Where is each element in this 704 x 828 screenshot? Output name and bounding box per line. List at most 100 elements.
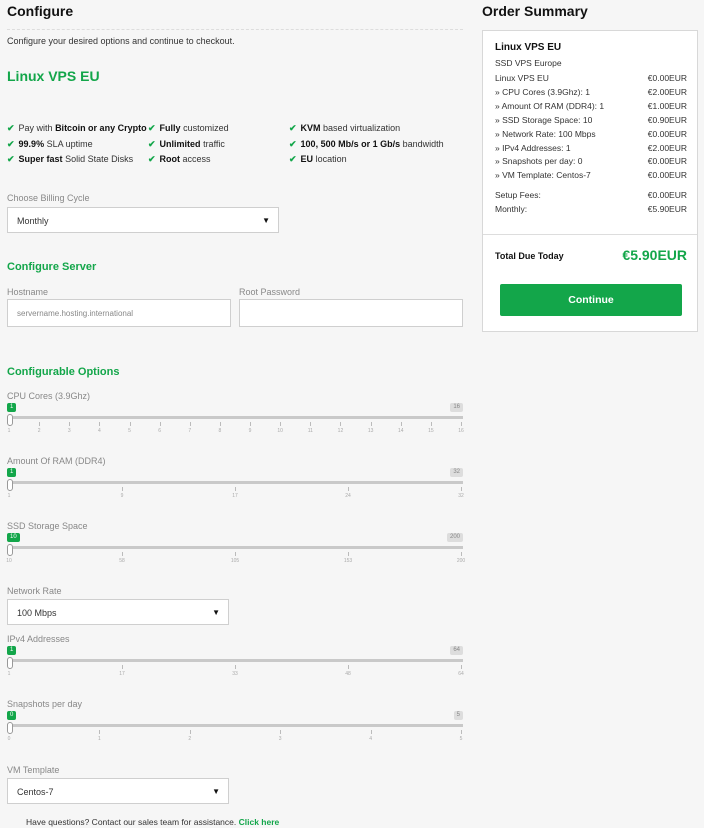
- feature-item: ✔ EU location: [289, 154, 347, 165]
- slider-track[interactable]: [7, 724, 463, 727]
- billing-cycle-select[interactable]: Monthly ▼: [7, 207, 279, 233]
- network-rate-select[interactable]: 100 Mbps ▼: [7, 599, 229, 625]
- check-icon: ✔: [7, 123, 15, 133]
- slider-label: Snapshots per day: [7, 699, 83, 709]
- intro-text: Configure your desired options and conti…: [7, 36, 235, 46]
- slider-handle[interactable]: [7, 722, 13, 734]
- slider-track[interactable]: [7, 481, 463, 484]
- slider-handle[interactable]: [7, 414, 13, 426]
- feature-highlight: 100, 500 Mb/s or 1 Gb/s: [300, 139, 401, 149]
- slider-handle[interactable]: [7, 544, 13, 556]
- slider-label: Amount Of RAM (DDR4): [7, 456, 106, 466]
- feature-text: location: [313, 154, 347, 164]
- summary-line-label: » Snapshots per day: 0: [495, 156, 583, 167]
- order-summary-panel: Linux VPS EU SSD VPS Europe Linux VPS EU…: [482, 30, 698, 332]
- slider-handle[interactable]: [7, 479, 13, 491]
- slider-tick: [461, 665, 462, 669]
- slider-min-badge: 10: [7, 533, 20, 542]
- feature-highlight: Super fast: [18, 154, 63, 164]
- slider-tick-label: 13: [367, 428, 374, 434]
- summary-line: » SSD Storage Space: 10 €0.90EUR: [495, 115, 687, 125]
- summary-line-value: €2.00EUR: [647, 86, 687, 97]
- summary-line-label: » VM Template: Centos-7: [495, 170, 591, 181]
- help-text: Have questions? Contact our sales team f…: [26, 817, 279, 827]
- option-slider[interactable]: 0 5 0 1 2 3 4 5: [7, 711, 463, 751]
- option-slider[interactable]: 1 64 1 17 33 48 64: [7, 646, 464, 686]
- check-icon: ✔: [148, 154, 156, 164]
- feature-item: ✔ Pay with Bitcoin or any Crypto: [7, 123, 147, 134]
- hostname-label: Hostname: [7, 287, 49, 297]
- slider-tick-label: 8: [218, 428, 222, 434]
- slider-tick: [461, 487, 462, 491]
- summary-line: » Snapshots per day: 0 €0.00EUR: [495, 156, 687, 166]
- caret-down-icon: ▼: [212, 608, 220, 617]
- check-icon: ✔: [289, 123, 297, 133]
- slider-tick: [370, 422, 372, 426]
- slider-max-badge: 32: [450, 468, 463, 477]
- slider-track[interactable]: [7, 416, 463, 419]
- slider-tick-label: 7: [188, 428, 192, 434]
- slider-tick: [39, 422, 41, 426]
- slider-max-badge: 16: [450, 403, 463, 412]
- setup-fees-value: €0.00EUR: [647, 190, 687, 200]
- feature-item: ✔ Root access: [148, 154, 211, 165]
- slider-max-badge: 64: [450, 646, 463, 655]
- monthly-label: Monthly:: [495, 204, 528, 214]
- summary-line: » Amount Of RAM (DDR4): 1 €1.00EUR: [495, 101, 687, 111]
- slider-tick-label: 24: [345, 493, 351, 499]
- root-password-label: Root Password: [239, 287, 301, 297]
- slider-tick: [348, 487, 349, 491]
- slider-tick-label: 15: [428, 428, 434, 434]
- slider-track[interactable]: [7, 659, 463, 662]
- slider-tick: [280, 730, 282, 734]
- slider-tick: [99, 730, 101, 734]
- network-rate-label: Network Rate: [7, 586, 62, 596]
- slider-tick: [235, 665, 236, 669]
- slider-tick-label: 64: [458, 671, 464, 677]
- slider-tick-label: 1: [7, 428, 11, 434]
- divider: [483, 234, 697, 235]
- summary-line-value: €2.00EUR: [647, 142, 687, 153]
- feature-item: ✔ KVM based virtualization: [289, 123, 400, 134]
- slider-tick-label: 1: [7, 671, 11, 677]
- click-here-link[interactable]: Click here: [239, 817, 280, 827]
- option-slider[interactable]: 10 200 10 58 105 153 200: [6, 533, 465, 573]
- slider-tick-label: 4: [369, 736, 372, 742]
- network-rate-value: 100 Mbps: [17, 608, 57, 618]
- option-slider[interactable]: 1 16 1 2 3 4 5 6 7 8 9 10 11 12 13 14 15 16: [7, 403, 464, 443]
- check-icon: ✔: [289, 139, 297, 149]
- summary-line: Linux VPS EU €0.00EUR: [495, 73, 687, 83]
- product-name: Linux VPS EU: [7, 68, 100, 84]
- slider-tick-label: 105: [230, 558, 240, 564]
- monthly-value: €5.90EUR: [647, 204, 687, 214]
- summary-line-label: » Amount Of RAM (DDR4): 1: [495, 100, 605, 111]
- option-slider[interactable]: 1 32 1 9 17 24 32: [7, 468, 464, 508]
- slider-tick-label: 5: [459, 736, 463, 742]
- summary-line: » CPU Cores (3.9Ghz): 1 €2.00EUR: [495, 87, 687, 97]
- slider-tick-label: 1: [98, 736, 101, 742]
- slider-tick: [310, 422, 312, 426]
- feature-highlight: EU: [300, 154, 314, 164]
- feature-text: access: [180, 154, 211, 164]
- continue-button[interactable]: Continue: [500, 284, 682, 316]
- monthly-row: Monthly: €5.90EUR: [495, 204, 687, 214]
- vm-template-label: VM Template: [7, 765, 60, 775]
- slider-handle[interactable]: [7, 657, 13, 669]
- hostname-input[interactable]: servername.hosting.international: [7, 299, 231, 327]
- feature-item: ✔ Fully customized: [148, 123, 229, 134]
- slider-tick-label: 4: [98, 428, 101, 434]
- feature-item: ✔ Super fast Solid State Disks: [7, 154, 133, 165]
- summary-line-value: €0.00EUR: [647, 170, 687, 181]
- caret-down-icon: ▼: [262, 216, 270, 225]
- slider-tick: [129, 422, 131, 426]
- feature-text: traffic: [200, 139, 225, 149]
- slider-tick-label: 2: [37, 428, 41, 434]
- slider-tick-label: 0: [7, 736, 11, 742]
- slider-min-badge: 1: [7, 403, 17, 412]
- vm-template-select[interactable]: Centos-7 ▼: [7, 778, 229, 804]
- slider-tick-label: 5: [128, 428, 131, 434]
- check-icon: ✔: [7, 139, 15, 149]
- slider-track[interactable]: [7, 546, 463, 549]
- feature-highlight: 99.9%: [18, 139, 45, 149]
- root-password-input[interactable]: [239, 299, 463, 327]
